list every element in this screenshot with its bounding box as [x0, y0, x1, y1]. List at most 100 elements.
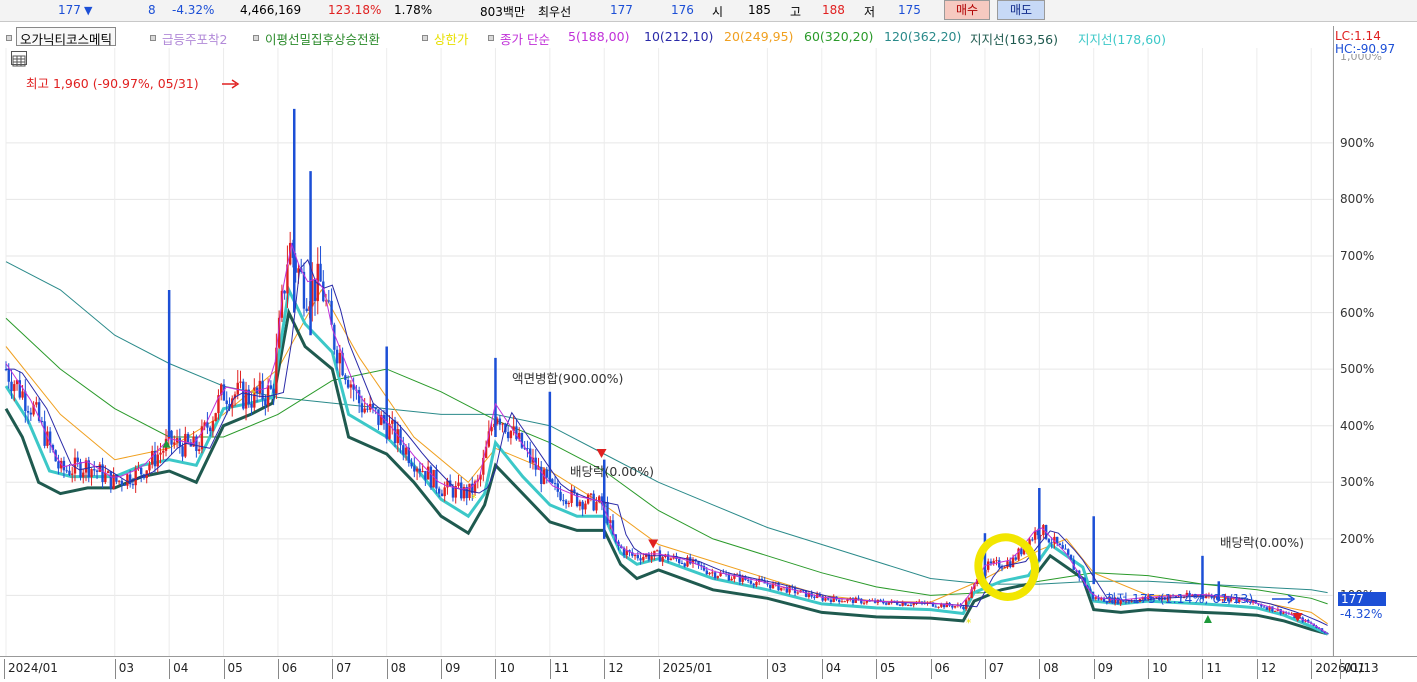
candle-body: [239, 381, 242, 383]
x-tick-label: 07: [984, 659, 1004, 679]
low-arrow-icon: [1272, 594, 1296, 604]
x-tick-label: 01/13: [1340, 659, 1379, 679]
legend-ma-prefix[interactable]: 종가 단순: [500, 29, 550, 48]
candle-body: [752, 583, 755, 586]
candle-body: [184, 433, 187, 457]
x-tick-label: 07: [332, 659, 352, 679]
candle-body: [1094, 597, 1098, 599]
candle-body: [7, 369, 10, 382]
candle-body: [319, 263, 322, 282]
candle-body: [371, 403, 375, 408]
x-tick-label: 12: [1256, 659, 1276, 679]
candle-body: [272, 388, 275, 394]
candle-body: [592, 493, 595, 511]
candle-body: [21, 391, 24, 398]
buy-signal-arrow: [1203, 615, 1212, 624]
legend-support1[interactable]: 지지선(163,56): [970, 29, 1058, 48]
candle-body: [901, 602, 904, 606]
candle-body: [912, 603, 915, 606]
table-grid-icon[interactable]: [11, 51, 27, 67]
lc-label: LC:1.14: [1335, 29, 1381, 43]
candle-body: [669, 558, 673, 561]
candle-body: [562, 500, 565, 502]
candle-body: [242, 381, 245, 409]
legend-ma5[interactable]: 5(188,00): [568, 29, 629, 44]
best-price-label: 최우선: [538, 5, 572, 19]
candle-body: [633, 555, 637, 557]
candle-body: [346, 379, 350, 388]
legend-ma120[interactable]: 120(362,20): [884, 29, 961, 44]
candle-body: [540, 466, 543, 484]
price-change: 8: [148, 3, 156, 17]
y-tick-label: 200%: [1340, 531, 1375, 546]
candle-body: [898, 604, 902, 606]
candle-body: [1003, 567, 1006, 569]
candle-body: [181, 446, 184, 457]
candle-body: [26, 411, 30, 413]
candle-body: [683, 563, 686, 567]
candle-body: [156, 454, 159, 467]
candle-body: [244, 389, 248, 409]
y-tick-label: 900%: [1340, 135, 1375, 150]
x-tick-label: 03: [767, 659, 787, 679]
legend-indicator-ma-converge[interactable]: 이평선밀집후상승전환: [265, 29, 380, 48]
trade-amount: 803백만: [480, 5, 525, 19]
merge-annotation: 액면병합(900.00%): [512, 371, 623, 386]
last-price-tag: 177: [1338, 592, 1386, 606]
candle-body: [366, 408, 369, 410]
legend-ma60[interactable]: 60(320,20): [804, 29, 873, 44]
candle-body: [305, 308, 308, 311]
candle-body: [937, 606, 940, 608]
candle-body: [509, 430, 513, 439]
candle-body: [826, 598, 830, 600]
candle-body: [173, 442, 176, 445]
y-tick-label-partial: 1,000%: [1340, 54, 1382, 62]
candle-body: [1031, 539, 1034, 541]
candle-body: [998, 560, 1001, 568]
candle-body: [989, 561, 993, 564]
candle-body: [283, 290, 286, 294]
limit-up-marker: *: [966, 617, 972, 630]
ex-dividend-arrow: [648, 539, 659, 549]
candle-body: [945, 602, 949, 608]
open-label: 시: [712, 5, 724, 19]
x-tick-label: 11: [549, 659, 569, 679]
price-change-pct: -4.32%: [172, 3, 215, 17]
candle-body: [746, 579, 750, 581]
x-tick-label: 10: [1148, 659, 1167, 679]
candle-body: [639, 558, 642, 561]
candle-body: [567, 502, 571, 505]
candle-body: [987, 561, 990, 570]
open-price: 185: [748, 3, 771, 17]
candle-body: [391, 420, 394, 424]
candle-body: [589, 493, 593, 495]
candle-body: [824, 598, 827, 601]
legend-indicator-surge[interactable]: 급등주포착2: [162, 29, 227, 48]
buy-button[interactable]: 매수: [944, 0, 990, 20]
x-tick-label: 04: [169, 659, 188, 679]
sell-button[interactable]: 매도: [997, 0, 1045, 20]
stock-name-box[interactable]: 오가닉티코스메틱: [16, 27, 117, 47]
candle-body: [10, 381, 13, 392]
candle-body: [65, 470, 68, 472]
support1-line: [4, 307, 1328, 636]
best-ask: 177: [610, 3, 633, 17]
candle-body: [564, 500, 568, 505]
high-price: 188: [822, 3, 845, 17]
limit-up-marker: *: [251, 387, 257, 400]
candle-body: [426, 466, 430, 480]
x-tick-label: 04: [821, 659, 841, 679]
legend-square-icon: [150, 35, 156, 41]
legend-support2[interactable]: 지지선(178,60): [1078, 29, 1166, 48]
legend-ma10[interactable]: 10(212,10): [644, 29, 713, 44]
last-change-label: -4.32%: [1340, 607, 1383, 621]
legend-indicator-limit-up[interactable]: 상한가: [434, 29, 469, 48]
legend-ma20[interactable]: 20(249,95): [724, 29, 793, 44]
candle-body: [1282, 612, 1285, 614]
candle-body: [134, 468, 137, 486]
price-chart[interactable]: * * * 최고 1,960 (-90.97%, 05/31) 최저 175 (1.14…: [0, 0, 1333, 656]
dividend-annotation: 배당락(0.00%): [570, 464, 654, 479]
y-axis-panel: 900%800%700%600%500%400%300%200%100%LC:1…: [1333, 26, 1417, 656]
candle-body: [377, 409, 380, 425]
candle-body: [796, 592, 800, 594]
